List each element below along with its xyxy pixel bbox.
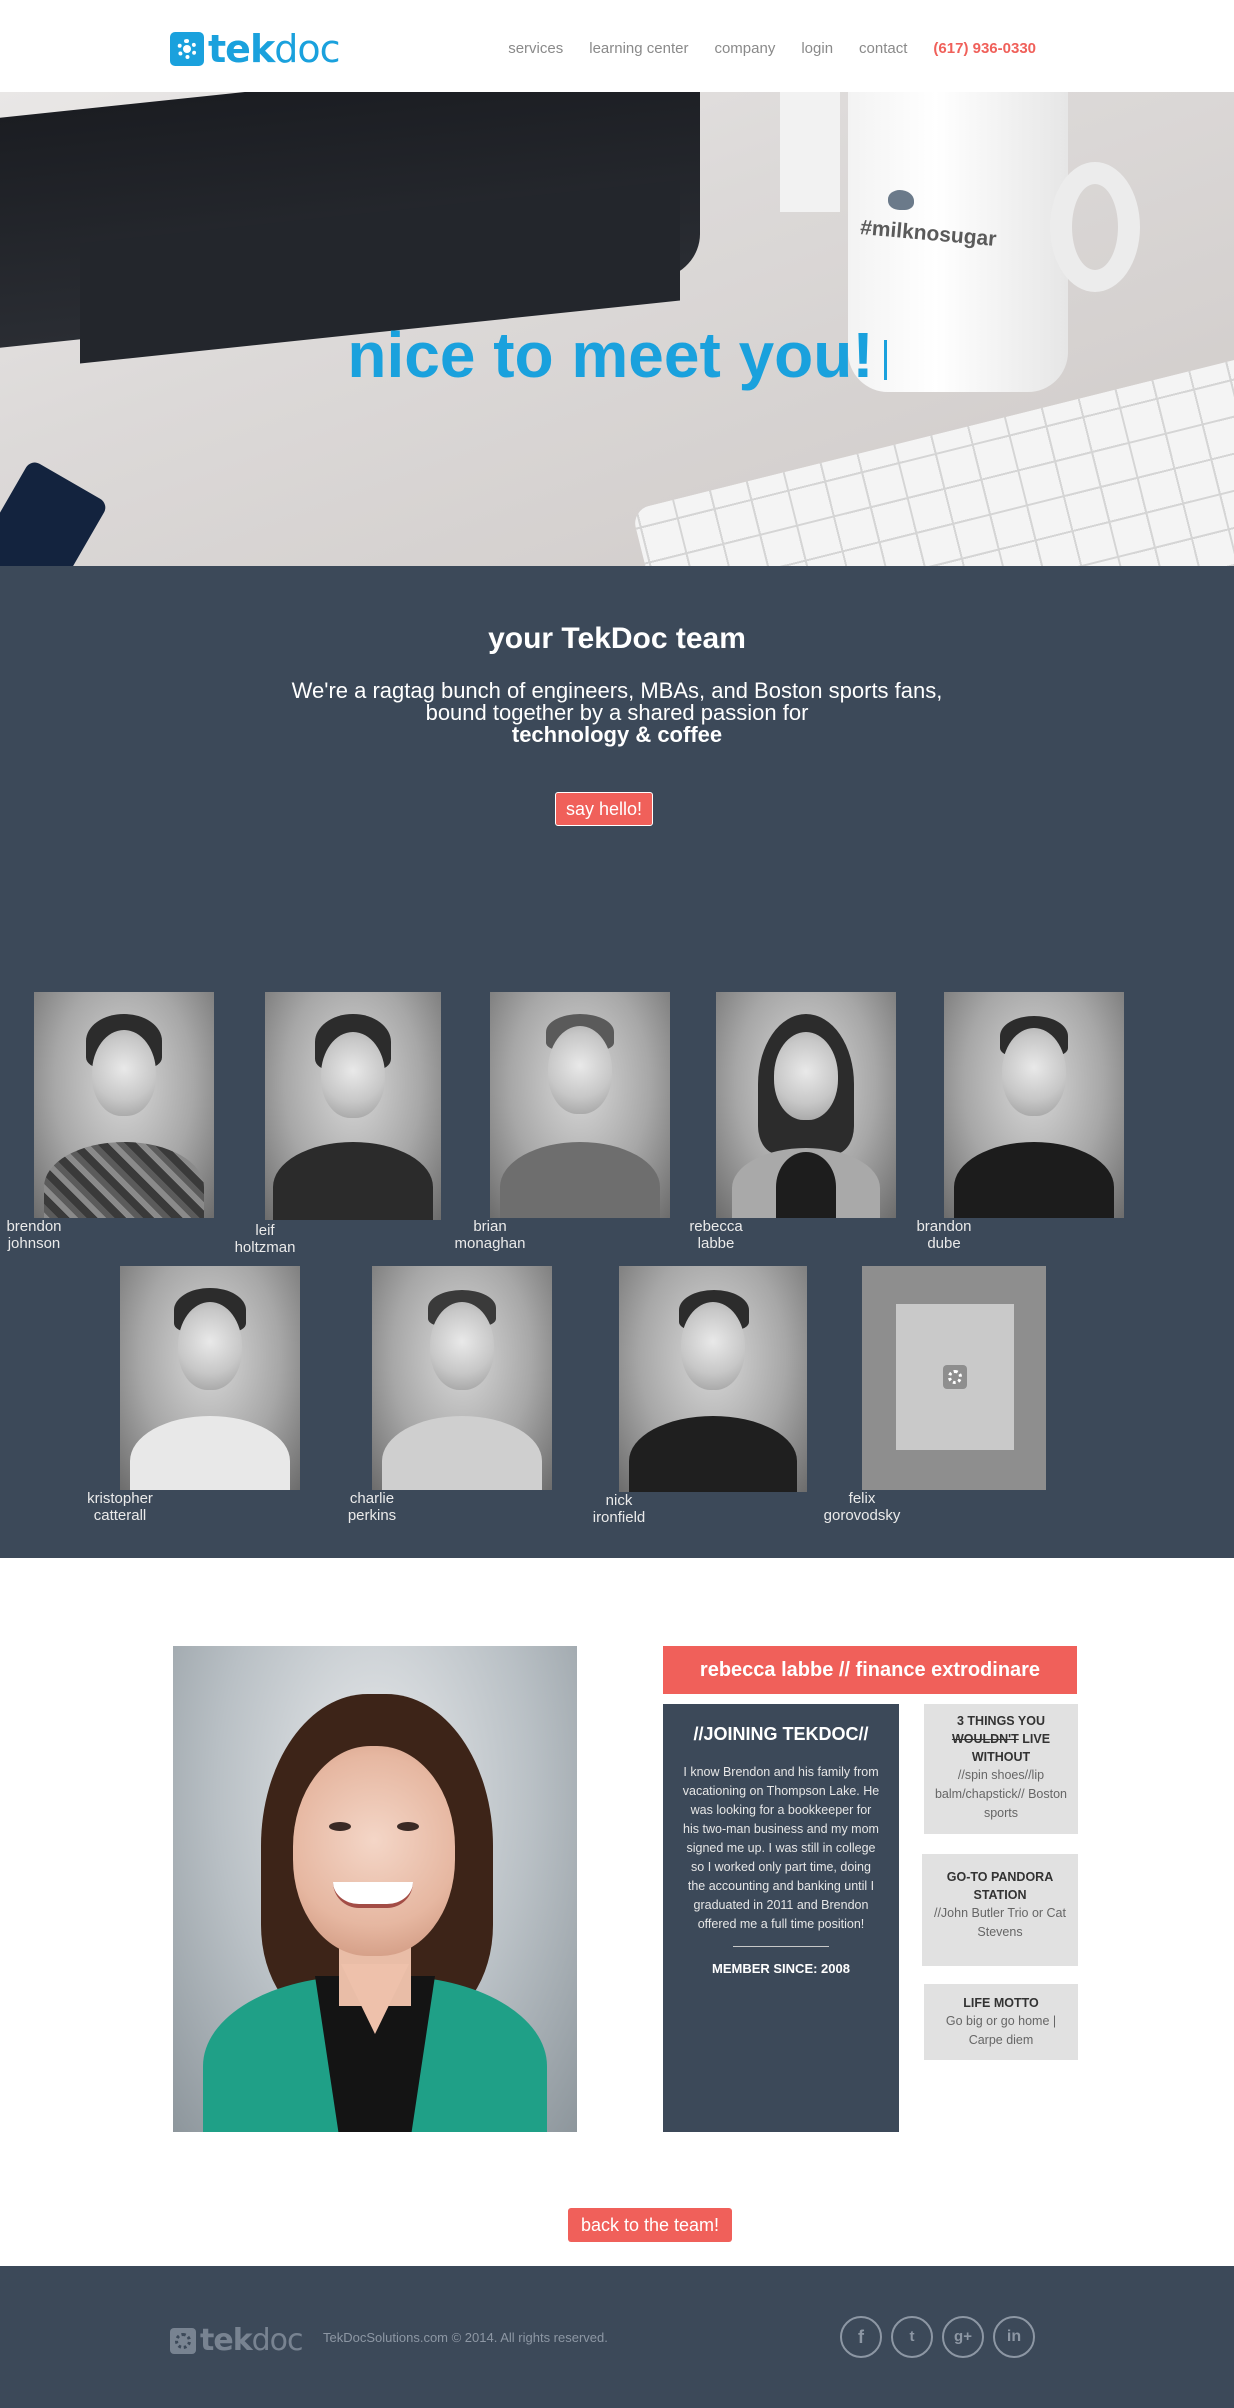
profile-role-heading: rebecca labbe // finance extrodinare [663, 1646, 1077, 1694]
phone-image [0, 458, 109, 566]
googleplus-icon[interactable]: g+ [942, 2316, 984, 2358]
member-name: brandon dube [916, 1218, 972, 1252]
team-description: We're a ragtag bunch of engineers, MBAs,… [291, 678, 943, 747]
hero-title: nice to meet you! [0, 318, 1234, 392]
member-name: rebecca labbe [689, 1218, 743, 1252]
tekdoc-placeholder-icon [943, 1365, 967, 1389]
member-photo[interactable] [716, 992, 896, 1218]
member-photo[interactable] [120, 1266, 300, 1490]
site-footer: tekdoc TekDocSolutions.com © 2014. All r… [0, 2266, 1234, 2408]
text-cursor [883, 340, 887, 381]
twitter-icon[interactable]: t [891, 2316, 933, 2358]
member-name: leif holtzman [234, 1222, 296, 1256]
team-title: your TekDoc team [488, 622, 746, 655]
member-photo[interactable] [372, 1266, 552, 1490]
member-name: kristopher catterall [87, 1490, 153, 1524]
say-hello-button[interactable]: say hello! [555, 792, 653, 826]
member-photo[interactable] [265, 992, 441, 1220]
logo-wordmark: tekdoc [208, 27, 340, 71]
nav-company[interactable]: company [714, 40, 775, 57]
copyright-text: TekDocSolutions.com © 2014. All rights r… [323, 2330, 608, 2345]
profile-photo [173, 1646, 577, 2132]
nav-login[interactable]: login [801, 40, 833, 57]
member-photo[interactable] [490, 992, 670, 1218]
site-header: tekdoc services learning center company … [0, 0, 1234, 92]
joining-story-panel: //JOINING TEKDOC// I know Brendon and hi… [663, 1704, 899, 2132]
nav-learning-center[interactable]: learning center [589, 40, 688, 57]
nav-services[interactable]: services [508, 40, 563, 57]
member-name: felix gorovodsky [823, 1490, 901, 1524]
footer-logo[interactable]: tekdoc [170, 2323, 304, 2358]
divider [733, 1946, 829, 1947]
team-section: your TekDoc team We're a ragtag bunch of… [0, 566, 1234, 1558]
twitter-bird-icon [888, 190, 914, 210]
tekdoc-logo[interactable]: tekdoc [170, 27, 340, 71]
member-since: MEMBER SINCE: 2008 [712, 1961, 850, 1976]
back-to-team-button[interactable]: back to the team! [568, 2208, 732, 2242]
member-profile-section: rebecca labbe // finance extrodinare //J… [0, 1558, 1234, 2266]
member-name: brendon johnson [6, 1218, 62, 1252]
fact-card-things: 3 THINGS YOU WOULDN'T LIVE WITHOUT //spin… [924, 1704, 1078, 1834]
member-photo-placeholder[interactable] [862, 1266, 1046, 1490]
member-name: brian monaghan [454, 1218, 526, 1252]
member-name: nick ironfield [592, 1492, 646, 1526]
member-photo[interactable] [34, 992, 214, 1218]
main-nav: services learning center company login c… [482, 40, 1036, 57]
footer-wordmark: tekdoc [200, 2323, 304, 2358]
tekdoc-logo-icon [170, 2327, 196, 2354]
member-photo[interactable] [944, 992, 1124, 1218]
fact-card-pandora: GO-TO PANDORA STATION //John Butler Trio… [922, 1854, 1078, 1966]
nav-contact[interactable]: contact [859, 40, 907, 57]
hero-banner: #milknosugar nice to meet you! [0, 92, 1234, 566]
member-name: charlie perkins [347, 1490, 397, 1524]
member-photo[interactable] [619, 1266, 807, 1492]
nav-phone[interactable]: (617) 936-0330 [933, 40, 1036, 57]
facebook-icon[interactable]: f [840, 2316, 882, 2358]
story-text: I know Brendon and his family from vacat… [682, 1765, 880, 1931]
tekdoc-logo-icon [170, 32, 204, 66]
story-title: //JOINING TEKDOC// [693, 1724, 869, 1744]
fact-card-motto: LIFE MOTTO Go big or go home | Carpe die… [924, 1984, 1078, 2060]
linkedin-icon[interactable]: in [993, 2316, 1035, 2358]
